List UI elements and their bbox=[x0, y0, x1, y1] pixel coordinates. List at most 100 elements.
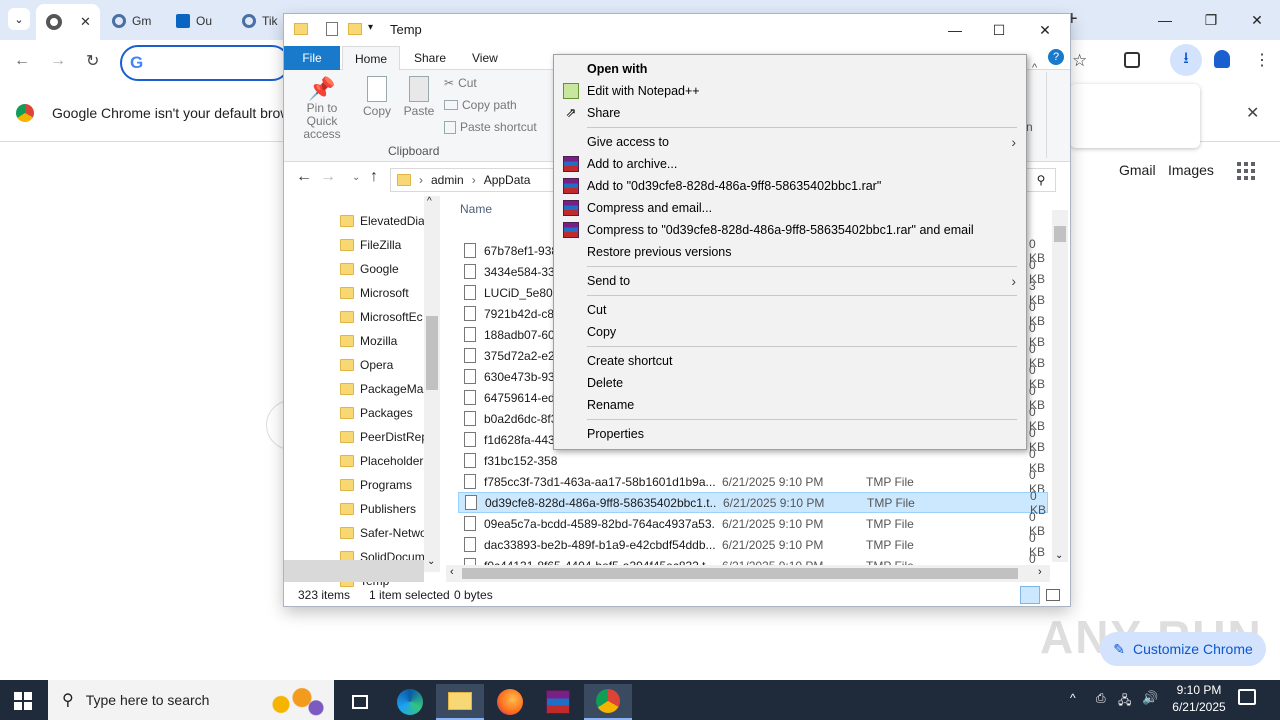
paste-button[interactable]: Paste bbox=[402, 76, 436, 118]
nav-item[interactable]: ElevatedDia bbox=[340, 210, 426, 232]
menu-cut[interactable]: Cut bbox=[554, 299, 1026, 321]
menu-copy[interactable]: Copy bbox=[554, 321, 1026, 343]
apps-grid-icon[interactable] bbox=[1237, 162, 1255, 180]
menu-kebab-icon[interactable]: ⋮ bbox=[1254, 50, 1270, 70]
chrome-minimize-button[interactable]: — bbox=[1142, 6, 1188, 34]
file-explorer-taskbar-icon[interactable] bbox=[436, 684, 484, 720]
chrome-taskbar-icon[interactable] bbox=[584, 684, 632, 720]
nav-item[interactable]: Mozilla bbox=[340, 330, 426, 352]
cut-button[interactable]: ✂ Cut bbox=[444, 76, 477, 90]
hscroll-thumb[interactable] bbox=[462, 568, 1018, 579]
tab-file[interactable]: File bbox=[284, 46, 340, 70]
menu-rename[interactable]: Rename bbox=[554, 394, 1026, 416]
file-row[interactable]: f31bc152-358 0 KB bbox=[458, 447, 1048, 475]
explorer-maximize-button[interactable]: ☐ bbox=[976, 16, 1022, 44]
nav-item[interactable]: Microsoft bbox=[340, 282, 426, 304]
forward-icon[interactable]: → bbox=[50, 52, 66, 70]
firefox-icon[interactable] bbox=[486, 684, 534, 720]
tab-search-icon[interactable]: ⌄ bbox=[8, 8, 30, 30]
extensions-icon[interactable] bbox=[1124, 52, 1140, 68]
menu-create-shortcut[interactable]: Create shortcut bbox=[554, 350, 1026, 372]
tab-view[interactable]: View bbox=[460, 46, 510, 70]
images-link[interactable]: Images bbox=[1168, 162, 1214, 178]
tab-active[interactable]: ✕ bbox=[36, 4, 100, 40]
copy-button[interactable]: Copy bbox=[360, 76, 394, 118]
nav-item[interactable]: MicrosoftEc bbox=[340, 306, 426, 328]
forward-icon[interactable]: → bbox=[320, 168, 336, 186]
gmail-link[interactable]: Gmail bbox=[1119, 162, 1156, 178]
taskbar-search-box[interactable]: ⚲ Type here to search bbox=[48, 680, 334, 720]
tab-outlook[interactable]: Ou bbox=[176, 6, 212, 36]
nav-item[interactable]: PackageMa bbox=[340, 378, 426, 400]
customize-chrome-button[interactable]: ✎ Customize Chrome bbox=[1100, 632, 1266, 666]
file-list-hscrollbar[interactable]: ‹ › bbox=[446, 565, 1050, 582]
breadcrumb[interactable]: › admin › AppData bbox=[390, 168, 554, 192]
nav-item[interactable]: PeerDistRep bbox=[340, 426, 426, 448]
menu-compress-rar-email[interactable]: Compress to "0d39cfe8-828d-486a-9ff8-586… bbox=[554, 219, 1026, 241]
nav-item[interactable]: Publishers bbox=[340, 498, 426, 520]
notifications-icon[interactable] bbox=[1238, 689, 1256, 705]
menu-add-archive[interactable]: Add to archive... bbox=[554, 153, 1026, 175]
file-row[interactable]: 0d39cfe8-828d-486a-9ff8-58635402bbc1.t..… bbox=[458, 489, 1048, 517]
tray-overflow-icon[interactable]: ^ bbox=[1070, 691, 1076, 705]
tray-device-icon[interactable]: ⎙ bbox=[1096, 691, 1106, 706]
pin-quick-access-button[interactable]: 📌 Pin to Quick access bbox=[290, 76, 354, 141]
network-icon[interactable]: 🖧 bbox=[1118, 691, 1131, 712]
reload-icon[interactable]: ↻ bbox=[86, 51, 99, 71]
menu-share[interactable]: ⇗ Share bbox=[554, 102, 1026, 124]
scroll-down-icon[interactable]: ⌄ bbox=[1055, 550, 1063, 561]
nav-scrollbar[interactable]: ^ ⌄ bbox=[424, 196, 440, 572]
tab-gmail[interactable]: Gm bbox=[112, 6, 151, 36]
menu-compress-email[interactable]: Compress and email... bbox=[554, 197, 1026, 219]
nav-item[interactable]: Programs bbox=[340, 474, 426, 496]
tab-close-icon[interactable]: ✕ bbox=[80, 14, 91, 30]
breadcrumb-admin[interactable]: admin bbox=[431, 173, 464, 187]
nav-item[interactable]: Opera bbox=[340, 354, 426, 376]
breadcrumb-appdata[interactable]: AppData bbox=[484, 173, 531, 187]
tab-home[interactable]: Home bbox=[342, 46, 401, 70]
volume-icon[interactable]: 🔊 bbox=[1142, 690, 1158, 706]
scroll-right-icon[interactable]: › bbox=[1038, 566, 1042, 578]
nav-item[interactable]: Google bbox=[340, 258, 426, 280]
file-row[interactable]: 09ea5c7a-bcdd-4589-82bd-764ac4937a53....… bbox=[458, 510, 1048, 538]
help-icon[interactable]: ? bbox=[1048, 49, 1064, 65]
large-icons-view-icon[interactable] bbox=[1046, 589, 1060, 601]
menu-properties[interactable]: Properties bbox=[554, 423, 1026, 445]
nav-item[interactable]: Packages bbox=[340, 402, 426, 424]
menu-send-to[interactable]: Send to › bbox=[554, 270, 1026, 292]
new-folder-qat-icon[interactable] bbox=[348, 23, 362, 35]
nav-item[interactable]: Placeholder bbox=[340, 450, 426, 472]
details-view-icon[interactable] bbox=[1020, 586, 1040, 604]
search-box[interactable]: ⚲ bbox=[1026, 168, 1056, 192]
ribbon-collapse-icon[interactable]: ^ bbox=[1032, 62, 1037, 74]
nav-item[interactable]: FileZilla bbox=[340, 234, 426, 256]
chrome-restore-button[interactable]: ❐ bbox=[1188, 6, 1234, 34]
address-omnibox[interactable]: G bbox=[120, 45, 290, 81]
menu-edit-notepad[interactable]: Edit with Notepad++ bbox=[554, 80, 1026, 102]
nav-scroll-thumb[interactable] bbox=[426, 316, 438, 390]
file-row[interactable]: f785cc3f-73d1-463a-aa17-58b1601d1b9a....… bbox=[458, 468, 1048, 496]
tray-clock[interactable]: 9:10 PM 6/21/2025 bbox=[1168, 682, 1230, 716]
chrome-close-button[interactable]: ✕ bbox=[1234, 6, 1280, 34]
explorer-close-button[interactable]: ✕ bbox=[1022, 16, 1068, 44]
winrar-taskbar-icon[interactable] bbox=[534, 684, 582, 720]
column-header-name[interactable]: Name bbox=[460, 202, 492, 216]
task-view-icon[interactable] bbox=[336, 684, 384, 720]
scroll-up-icon[interactable]: ^ bbox=[427, 196, 432, 207]
tab-share[interactable]: Share bbox=[402, 46, 458, 70]
infobar-close-icon[interactable]: ✕ bbox=[1246, 103, 1259, 123]
scroll-down-icon[interactable]: ⌄ bbox=[427, 556, 435, 567]
copy-path-button[interactable]: Copy path bbox=[444, 98, 517, 112]
edge-icon[interactable] bbox=[386, 684, 434, 720]
back-icon[interactable]: ← bbox=[14, 52, 30, 70]
back-icon[interactable]: ← bbox=[296, 168, 312, 186]
vscroll-thumb[interactable] bbox=[1054, 226, 1066, 242]
nav-item[interactable]: Safer-Netwo bbox=[340, 522, 426, 544]
file-row[interactable]: dac33893-be2b-489f-b1a9-e42cbdf54ddb....… bbox=[458, 531, 1048, 559]
windows-start-icon[interactable] bbox=[14, 692, 32, 710]
properties-qat-icon[interactable] bbox=[326, 22, 338, 36]
file-list-vscrollbar[interactable]: ⌄ bbox=[1052, 210, 1068, 562]
menu-open-with[interactable]: Open with bbox=[554, 58, 1026, 80]
menu-delete[interactable]: Delete bbox=[554, 372, 1026, 394]
paste-shortcut-button[interactable]: Paste shortcut bbox=[444, 120, 537, 134]
